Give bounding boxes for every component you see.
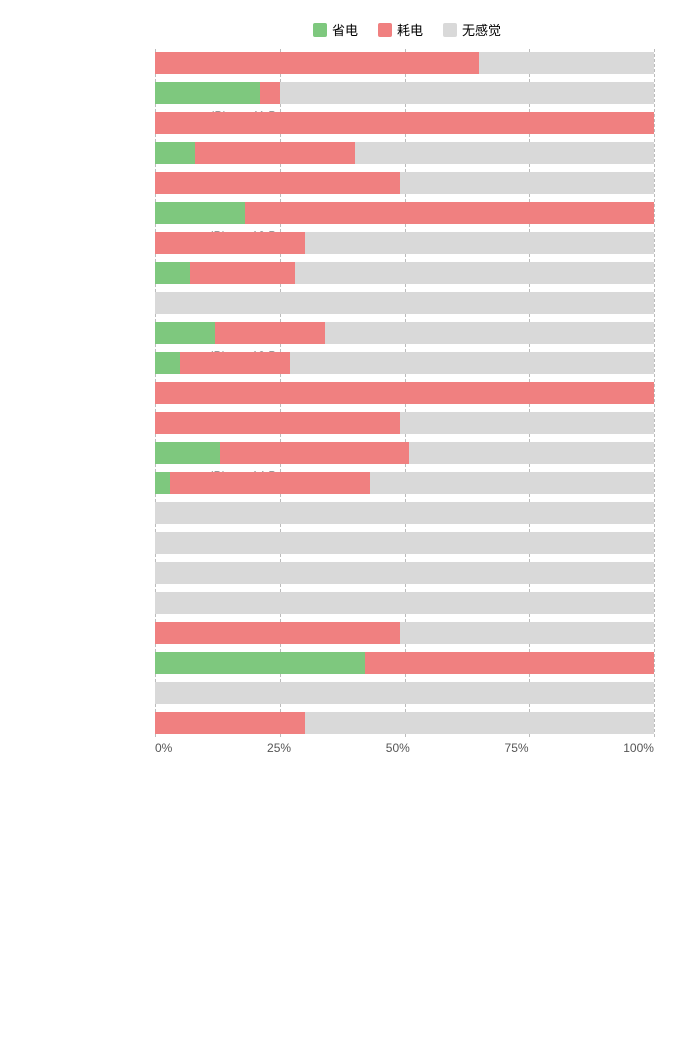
bar-row: iPhone XR <box>155 649 654 677</box>
bar-track <box>155 442 654 464</box>
bar-row: iPhone 11 <box>155 49 654 77</box>
bar-track <box>155 652 654 674</box>
bar-segment-green <box>155 472 170 494</box>
bar-track <box>155 142 654 164</box>
bar-segment-pink <box>155 622 400 644</box>
bar-track <box>155 172 654 194</box>
bar-track <box>155 502 654 524</box>
bar-segment-green <box>155 142 195 164</box>
bar-segment-green <box>155 82 260 104</box>
bar-segment-pink <box>365 652 654 674</box>
legend-color <box>443 23 457 37</box>
bar-row: iPhone 13 mini <box>155 289 654 317</box>
legend-label: 省电 <box>332 20 358 39</box>
bar-row: iPhone 12 mini <box>155 169 654 197</box>
bar-row: iPhone 12 Pro <box>155 199 654 227</box>
legend-item: 耗电 <box>378 20 423 39</box>
x-axis-label: 50% <box>386 741 410 755</box>
bar-track <box>155 202 654 224</box>
bar-row: iPhone SE 第2代 <box>155 559 654 587</box>
bar-track <box>155 592 654 614</box>
bar-segment-pink <box>220 442 410 464</box>
bar-track <box>155 622 654 644</box>
bar-segment-pink <box>155 52 479 74</box>
bar-row: iPhone 14 Pro <box>155 439 654 467</box>
bar-track <box>155 682 654 704</box>
bar-track <box>155 292 654 314</box>
bar-segment-pink <box>215 322 325 344</box>
bar-row: iPhone 11 ProMax <box>155 109 654 137</box>
bar-track <box>155 412 654 434</box>
bar-row: iPhone SE 第3代 <box>155 589 654 617</box>
chart-area: iPhone 11iPhone 11 ProiPhone 11 ProMaxiP… <box>10 49 664 737</box>
bar-row: iPhone 14 Plus <box>155 409 654 437</box>
bar-segment-pink <box>190 262 295 284</box>
bar-row: iPhone 8 Plus <box>155 529 654 557</box>
bar-track <box>155 382 654 404</box>
bar-segment-pink <box>260 82 280 104</box>
bar-track <box>155 112 654 134</box>
bar-track <box>155 82 654 104</box>
bar-row: iPhone 14 <box>155 379 654 407</box>
bar-track <box>155 52 654 74</box>
bar-row: iPhone 13 Pro <box>155 319 654 347</box>
bar-row: iPhone 14 ProMax <box>155 469 654 497</box>
legend-label: 耗电 <box>397 20 423 39</box>
bar-row: iPhone XS <box>155 679 654 707</box>
legend-item: 省电 <box>313 20 358 39</box>
bar-track <box>155 712 654 734</box>
bar-row: iPhone 8 <box>155 499 654 527</box>
bar-segment-pink <box>245 202 654 224</box>
bar-segment-pink <box>155 172 400 194</box>
legend: 省电 耗电 无感觉 <box>10 20 664 39</box>
x-axis-label: 25% <box>267 741 291 755</box>
bar-segment-green <box>155 262 190 284</box>
x-axis-label: 75% <box>505 741 529 755</box>
bar-track <box>155 322 654 344</box>
legend-label: 无感觉 <box>462 20 501 39</box>
chart-container: 省电 耗电 无感觉 iPhone 11iPhone 11 ProiPhone 11 … <box>0 10 674 785</box>
bar-segment-pink <box>170 472 370 494</box>
bar-segment-green <box>155 322 215 344</box>
bar-segment-pink <box>155 412 400 434</box>
bar-track <box>155 232 654 254</box>
bar-segment-green <box>155 652 365 674</box>
grid-line-100 <box>654 49 655 737</box>
bar-segment-green <box>155 202 245 224</box>
x-axis-label: 0% <box>155 741 172 755</box>
x-axis: 0% 25% 50% 75% 100% <box>10 741 664 755</box>
x-axis-label: 100% <box>623 741 654 755</box>
bar-segment-pink <box>180 352 290 374</box>
legend-item: 无感觉 <box>443 20 501 39</box>
bar-segment-green <box>155 352 180 374</box>
legend-color <box>313 23 327 37</box>
bar-segment-pink <box>195 142 355 164</box>
bar-track <box>155 562 654 584</box>
bar-track <box>155 472 654 494</box>
bar-track <box>155 262 654 284</box>
bar-row: iPhone 12 <box>155 139 654 167</box>
bar-row: iPhone XS Max <box>155 709 654 737</box>
bar-row: iPhone 13 <box>155 259 654 287</box>
bar-row: iPhone 12 ProMax <box>155 229 654 257</box>
legend-color <box>378 23 392 37</box>
bar-row: iPhone X <box>155 619 654 647</box>
bar-track <box>155 532 654 554</box>
bar-row: iPhone 11 Pro <box>155 79 654 107</box>
bar-track <box>155 352 654 374</box>
bar-segment-pink <box>155 712 305 734</box>
bar-segment-green <box>155 442 220 464</box>
bar-row: iPhone 13 ProMax <box>155 349 654 377</box>
bar-segment-pink <box>155 232 305 254</box>
rows-wrapper: iPhone 11iPhone 11 ProiPhone 11 ProMaxiP… <box>155 49 654 737</box>
bar-segment-pink <box>155 382 654 404</box>
bar-segment-pink <box>155 112 654 134</box>
